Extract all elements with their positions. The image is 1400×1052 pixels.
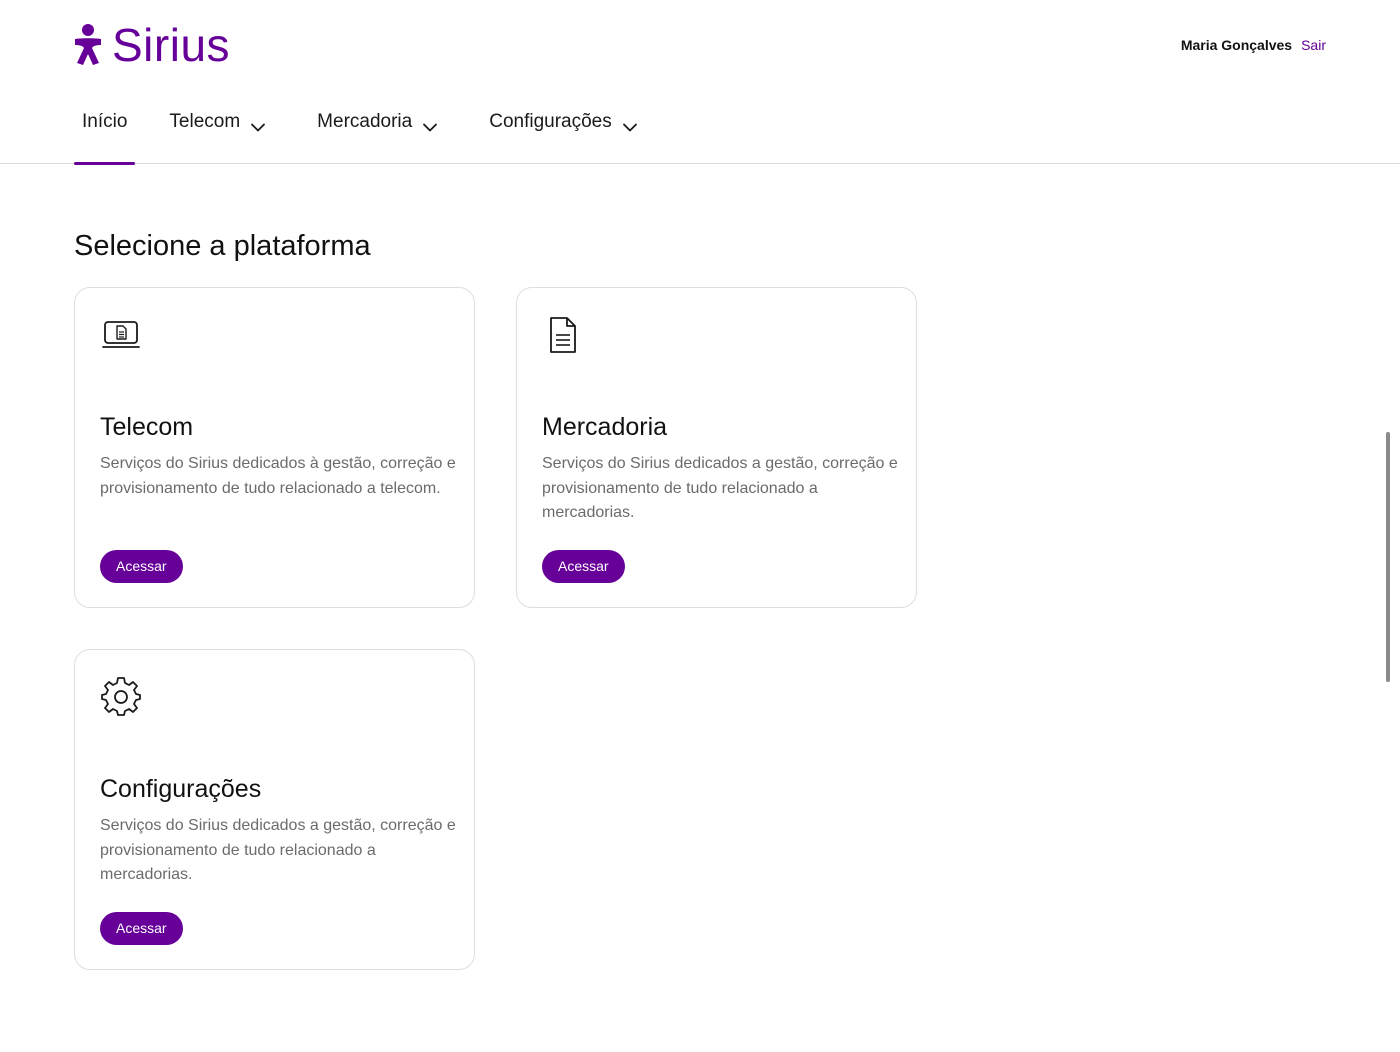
nav-item-mercadoria[interactable]: Mercadoria [317,100,438,164]
card-description: Serviços do Sirius dedicados a gestão, c… [542,455,898,521]
card-title: Telecom [100,413,194,441]
brand-name: Sirius [112,19,231,71]
nav-item-label: Configurações [489,111,612,132]
platform-card-mercadoria: Mercadoria Serviços do Sirius dedicados … [516,287,917,608]
nav-item-telecom[interactable]: Telecom [169,100,266,164]
chevron-down-icon [622,116,637,138]
nav-item-label: Telecom [169,111,241,132]
card-description: Serviços do Sirius dedicados a gestão, c… [100,817,456,883]
platform-card-configuracoes: Configurações Serviços do Sirius dedicad… [74,649,475,970]
user-area: Maria Gonçalves Sair [1181,37,1326,53]
laptop-document-icon [101,315,141,355]
logo[interactable]: Sirius [72,22,230,68]
gear-icon [101,677,141,717]
page-title: Selecione a plataforma [74,230,371,262]
nav-item-label: Início [82,111,128,132]
nav-item-label: Mercadoria [317,111,413,132]
scrollbar[interactable] [1386,432,1390,682]
user-name: Maria Gonçalves [1180,37,1293,53]
nav-item-configuracoes[interactable]: Configurações [489,100,637,164]
main-content: Selecione a plataforma [74,228,371,264]
access-button-mercadoria[interactable]: Acessar [542,550,625,583]
nav-item-inicio[interactable]: Início [74,100,136,165]
document-icon [543,315,583,355]
chevron-down-icon [423,116,438,138]
access-button-configuracoes[interactable]: Acessar [100,912,183,945]
main-nav: Início Telecom Mercadoria Configurações [74,100,689,165]
logout-link[interactable]: Sair [1301,37,1326,53]
access-button-telecom[interactable]: Acessar [100,550,183,583]
card-title: Mercadoria [542,413,668,441]
header: Sirius Maria Gonçalves Sair Início Telec… [0,0,1400,165]
card-title: Configurações [100,775,262,803]
chevron-down-icon [251,116,266,138]
card-description: Serviços do Sirius dedicados à gestão, c… [100,455,456,497]
platform-card-telecom: Telecom Serviços do Sirius dedicados à g… [74,287,475,608]
person-star-icon [72,23,104,67]
